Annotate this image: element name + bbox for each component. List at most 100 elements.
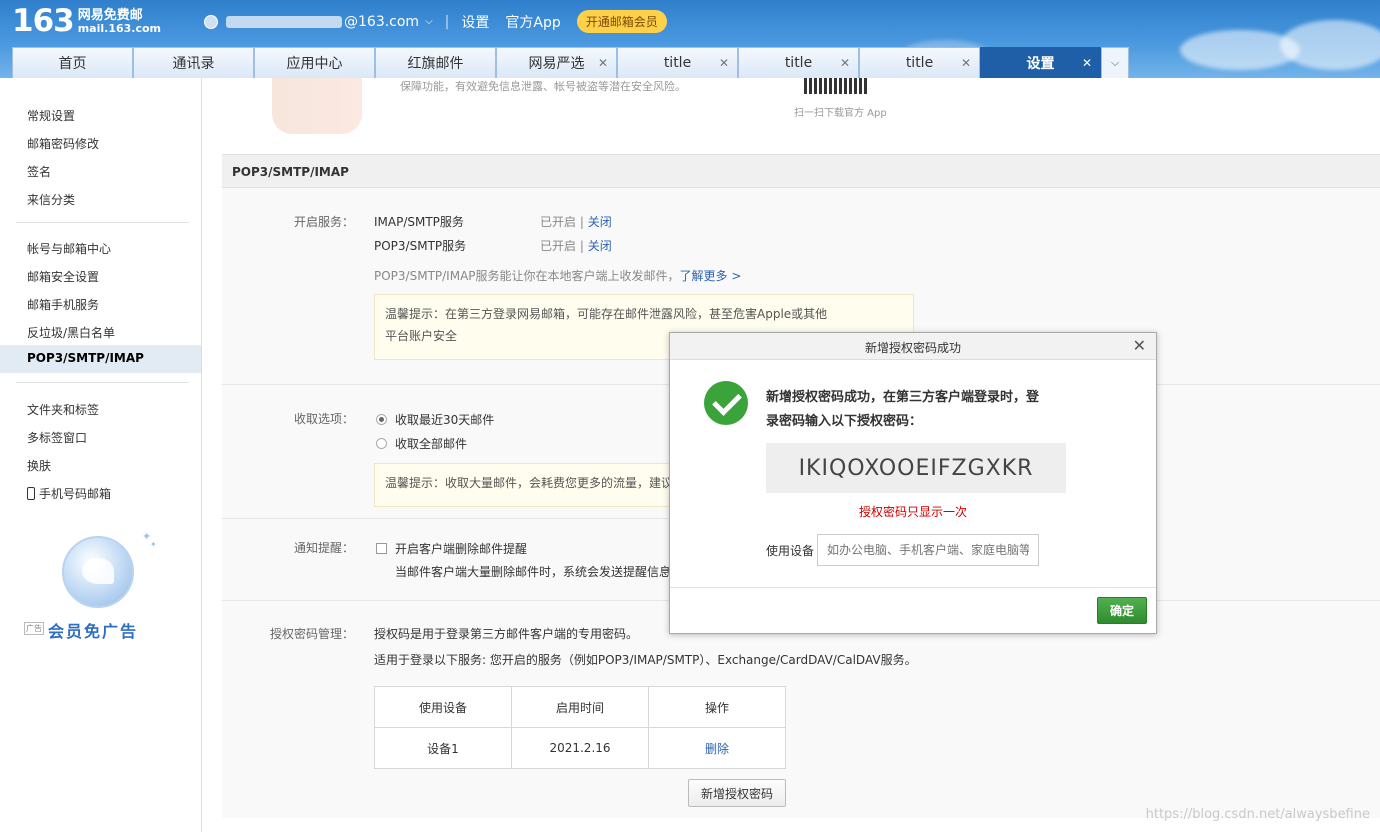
auth-description: 授权码是用于登录第三方邮件客户端的专用密码。 xyxy=(374,627,639,641)
sidebar-item-account-center[interactable]: 帐号与邮箱中心 xyxy=(27,240,111,257)
sidebar-item-filter[interactable]: 来信分类 xyxy=(27,191,75,208)
vip-ad[interactable]: ✦ ✦ 广告 会员免广告 xyxy=(20,526,190,666)
top-bar: 163 网易免费邮 mail.163.com @163.com ⌵ | 设置 官… xyxy=(0,0,1380,78)
tab-yanxuan[interactable]: 网易严选 ✕ xyxy=(496,47,617,78)
sidebar-item-signature[interactable]: 签名 xyxy=(27,163,51,180)
auth-label: 授权密码管理： xyxy=(269,627,354,641)
new-auth-password-button[interactable]: 新增授权密码 xyxy=(688,779,786,807)
radio-button[interactable] xyxy=(376,414,387,425)
option-label: 开启客户端删除邮件提醒 xyxy=(395,542,528,556)
imap-close-link[interactable]: 关闭 xyxy=(588,215,612,229)
column-header: 使用设备 xyxy=(374,686,512,728)
ad-tag: 广告 xyxy=(24,622,44,635)
divider: | xyxy=(579,215,584,229)
sidebar-item-mobile-service[interactable]: 邮箱手机服务 xyxy=(27,296,99,313)
tab-bar: 首页 通讯录 应用中心 红旗邮件 网易严选 ✕ title ✕ title ✕ tit… xyxy=(12,47,1129,78)
show-once-note: 授权密码只显示一次 xyxy=(858,505,967,519)
close-icon[interactable]: ✕ xyxy=(719,56,729,70)
sidebar-item-label: POP3/SMTP/IMAP xyxy=(27,351,144,365)
close-icon[interactable]: ✕ xyxy=(840,56,850,70)
checkbox[interactable] xyxy=(376,543,387,554)
logo-en: mail.163.com xyxy=(77,22,162,35)
tab-title-3[interactable]: title ✕ xyxy=(859,47,980,78)
device-cell: 设备1 xyxy=(374,727,512,769)
dialog-title: 新增授权密码成功 xyxy=(864,341,961,355)
logo-cn: 网易免费邮 xyxy=(77,8,143,23)
official-app-link[interactable]: 官方App xyxy=(505,12,560,32)
option-label: 收取最近30天邮件 xyxy=(395,413,495,427)
pop3-service-status: 已开启 | 关闭 xyxy=(540,237,612,254)
tab-title-2[interactable]: title ✕ xyxy=(738,47,859,78)
close-icon[interactable]: ✕ xyxy=(598,56,608,70)
chevron-down-icon[interactable]: ⌵ xyxy=(425,16,433,27)
confirm-button[interactable]: 确定 xyxy=(1097,597,1147,624)
section-header: POP3/SMTP/IMAP xyxy=(222,154,1380,188)
tab-label: title xyxy=(784,55,813,71)
tab-flagged[interactable]: 红旗邮件 xyxy=(375,47,496,78)
pop3-service-name: POP3/SMTP服务 xyxy=(374,239,467,253)
blurred-username xyxy=(226,15,342,28)
notify-delete-option[interactable]: 开启客户端删除邮件提醒 xyxy=(376,540,527,557)
tab-app-center[interactable]: 应用中心 xyxy=(254,47,375,78)
column-header: 启用时间 xyxy=(511,686,649,728)
sidebar-item-general[interactable]: 常规设置 xyxy=(27,107,75,124)
tab-home[interactable]: 首页 xyxy=(12,47,133,78)
status-text: 已开启 xyxy=(540,215,577,229)
mail-logo[interactable]: 163 网易免费邮 mail.163.com xyxy=(12,4,161,38)
device-label: 使用设备 xyxy=(766,544,815,558)
time-cell: 2021.2.16 xyxy=(511,727,649,769)
tab-label: 网易严选 xyxy=(528,56,585,72)
tab-contacts[interactable]: 通讯录 xyxy=(133,47,254,78)
radio-button[interactable] xyxy=(376,438,387,449)
close-icon[interactable]: ✕ xyxy=(1082,56,1092,70)
tab-label: 应用中心 xyxy=(286,56,343,72)
tab-title-1[interactable]: title ✕ xyxy=(617,47,738,78)
success-check-icon xyxy=(704,381,748,425)
row-divider xyxy=(222,518,670,519)
column-header: 操作 xyxy=(648,686,786,728)
sidebar-item-security[interactable]: 邮箱安全设置 xyxy=(27,268,99,285)
sparkle-icon: ✦ xyxy=(150,540,157,549)
receive-label: 收取选项： xyxy=(293,412,354,426)
auth-success-dialog: 新增授权密码成功 ✕ 新增授权密码成功，在第三方客户端登录时，登 录密码输入以下… xyxy=(669,332,1157,634)
phone-icon xyxy=(27,487,35,500)
sidebar-item-antispam[interactable]: 反垃圾/黑白名单 xyxy=(27,324,115,341)
sidebar-item-multitab[interactable]: 多标签窗口 xyxy=(27,429,87,446)
sidebar-item-password[interactable]: 邮箱密码修改 xyxy=(27,135,99,152)
sidebar-item-skin[interactable]: 换肤 xyxy=(27,457,51,474)
sidebar-item-folders[interactable]: 文件夹和标签 xyxy=(27,401,99,418)
settings-sidebar: 常规设置 邮箱密码修改 签名 来信分类 帐号与邮箱中心 邮箱安全设置 邮箱手机服… xyxy=(0,78,202,832)
table-row: 设备1 2021.2.16 删除 xyxy=(374,727,786,769)
status-text: 已开启 xyxy=(540,239,577,253)
delete-link[interactable]: 删除 xyxy=(648,727,786,769)
notify-label: 通知提醒： xyxy=(293,541,354,555)
learn-more-link[interactable]: 了解更多 > xyxy=(680,269,742,283)
pop3-close-link[interactable]: 关闭 xyxy=(588,239,612,253)
imap-service-name: IMAP/SMTP服务 xyxy=(374,215,464,229)
tab-label: title xyxy=(663,55,692,71)
receive-all-option[interactable]: 收取全部邮件 xyxy=(376,435,467,452)
tip-line: 温馨提示：在第三方登录网易邮箱，可能存在邮件泄露风险，甚至危害Apple或其他 xyxy=(385,307,828,321)
sidebar-item-phone-mail[interactable]: 手机号码邮箱 xyxy=(27,485,111,502)
device-input[interactable] xyxy=(817,534,1039,566)
account-email[interactable]: @163.com xyxy=(344,14,419,30)
service-desc-text: POP3/SMTP/IMAP服务能让你在本地客户端上收发邮件， xyxy=(374,269,680,283)
vip-button[interactable]: 开通邮箱会员 xyxy=(576,10,667,33)
traffic-tip: 温馨提示：收取大量邮件，会耗费您更多的流量，建议 xyxy=(374,463,674,507)
imap-service-status: 已开启 | 关闭 xyxy=(540,213,612,230)
watermark: https://blog.csdn.net/alwaysbefine xyxy=(1145,807,1370,822)
tab-more-button[interactable]: ⌵ xyxy=(1101,47,1129,78)
tab-label: 通讯录 xyxy=(172,56,215,72)
qr-caption: 扫一扫下载官方 App xyxy=(794,108,887,119)
tab-settings[interactable]: 设置 ✕ xyxy=(980,47,1101,78)
service-description: POP3/SMTP/IMAP服务能让你在本地客户端上收发邮件，了解更多 > xyxy=(374,267,741,284)
service-label: 开启服务： xyxy=(293,215,354,229)
dialog-message: 新增授权密码成功，在第三方客户端登录时，登 录密码输入以下授权密码： xyxy=(766,386,1086,434)
settings-link[interactable]: 设置 xyxy=(461,12,489,32)
receive-30days-option[interactable]: 收取最近30天邮件 xyxy=(376,411,494,428)
tab-label: title xyxy=(905,55,934,71)
logo-number: 163 xyxy=(12,3,75,39)
close-icon[interactable]: ✕ xyxy=(1133,336,1146,355)
close-icon[interactable]: ✕ xyxy=(961,56,971,70)
chevron-down-icon: ⌵ xyxy=(1110,56,1120,69)
